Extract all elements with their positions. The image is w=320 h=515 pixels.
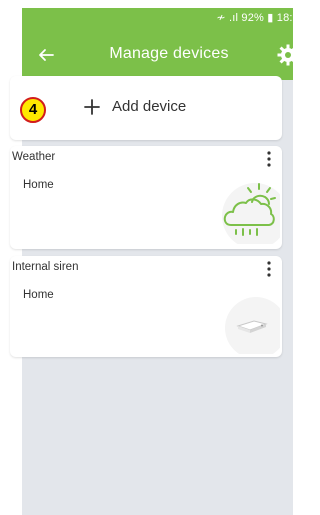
page-title: Manage devices <box>109 45 229 62</box>
step-number-badge: 4 <box>20 97 46 123</box>
app-bar: Manage devices <box>22 30 293 80</box>
device-room: Home <box>23 179 54 191</box>
gear-icon <box>277 44 293 66</box>
device-icon-siren <box>218 292 282 357</box>
add-device-label: Add device <box>112 98 187 115</box>
device-name: Internal siren <box>12 261 79 273</box>
add-device-button[interactable]: 4 Add device <box>10 76 282 140</box>
status-text: ≁ .ıl 92% ▮ 18:0 <box>216 12 293 24</box>
more-options-icon[interactable] <box>262 260 276 278</box>
siren-device-icon <box>225 297 282 357</box>
status-bar: ≁ .ıl 92% ▮ 18:0 <box>22 8 293 30</box>
device-card-internal-siren[interactable]: Internal siren Home <box>10 256 282 357</box>
back-button[interactable] <box>34 43 58 67</box>
settings-button[interactable] <box>276 43 293 67</box>
plus-icon <box>84 99 100 115</box>
device-name: Weather <box>12 151 56 163</box>
more-options-icon[interactable] <box>262 150 276 168</box>
device-icon-weather <box>218 182 282 249</box>
device-room: Home <box>23 289 54 301</box>
device-card-weather[interactable]: Weather Home <box>10 146 282 249</box>
arrow-back-icon <box>39 49 54 61</box>
weather-cloud-sun-rain-icon <box>222 183 282 249</box>
